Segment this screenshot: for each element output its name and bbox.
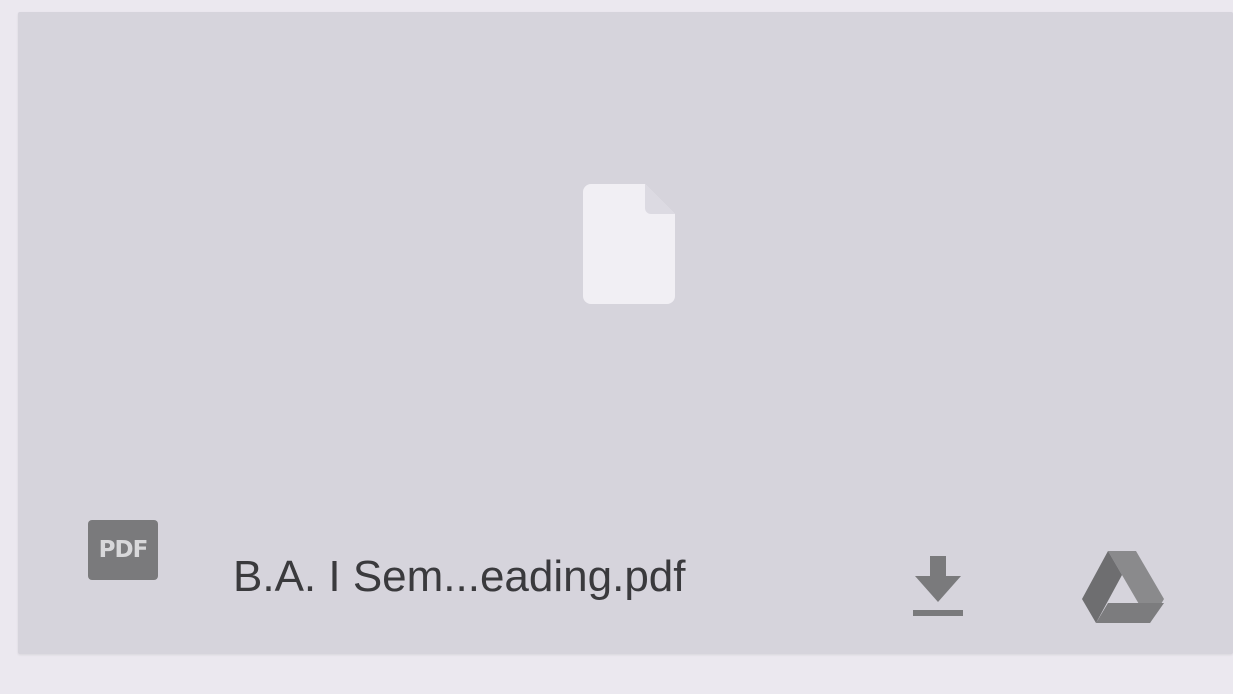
download-button[interactable]: [903, 552, 973, 632]
document-icon: [583, 184, 675, 304]
file-attachment-card[interactable]: PDF B.A. I Sem...eading.pdf: [18, 12, 1233, 654]
save-to-drive-button[interactable]: [1078, 547, 1168, 627]
pdf-file-type-icon: PDF: [88, 520, 158, 580]
file-name: B.A. I Sem...eading.pdf: [233, 552, 686, 601]
pdf-badge-label: PDF: [98, 537, 149, 563]
google-drive-icon: [1082, 551, 1164, 623]
file-preview-area[interactable]: [18, 12, 1233, 512]
download-icon: [913, 556, 963, 616]
